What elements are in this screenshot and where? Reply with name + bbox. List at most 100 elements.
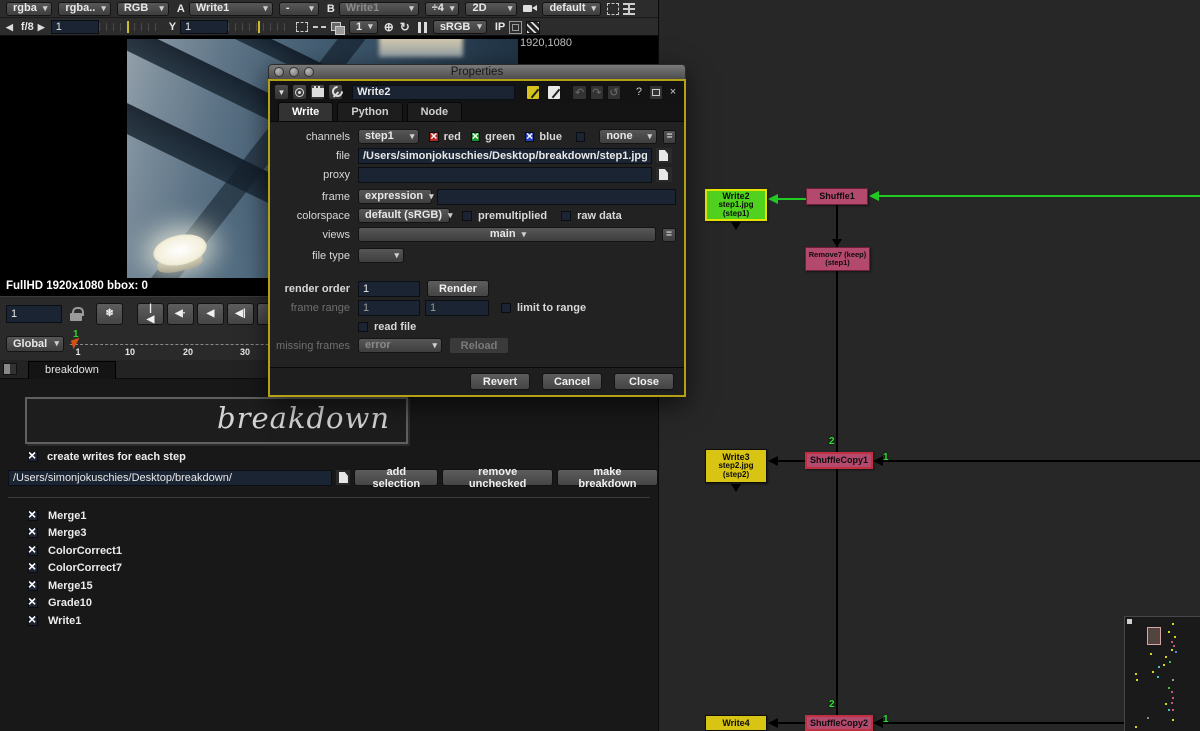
- node-check-row-merge15[interactable]: Merge15: [0, 577, 400, 594]
- properties-titlebar[interactable]: Properties: [268, 64, 686, 79]
- node-checkbox[interactable]: [28, 528, 38, 538]
- pause-icon[interactable]: [418, 22, 427, 33]
- remove-unchecked-button[interactable]: remove unchecked: [442, 469, 552, 486]
- premultiplied-checkbox[interactable]: [462, 211, 472, 221]
- frame-mode-dropdown[interactable]: expression: [358, 189, 432, 204]
- file-input[interactable]: [358, 148, 652, 164]
- tab-write[interactable]: Write: [278, 102, 333, 121]
- green-checkbox[interactable]: [471, 132, 480, 142]
- node-shufflecopy1[interactable]: ShuffleCopy1: [805, 452, 873, 469]
- viewer-colorspace-dropdown[interactable]: sRGB: [433, 20, 487, 34]
- node-write2[interactable]: Write2 step1.jpg (step1): [705, 189, 767, 221]
- close-button[interactable]: Close: [614, 373, 674, 390]
- transport-button-1[interactable]: ◀·: [167, 303, 194, 325]
- layers-icon[interactable]: [331, 22, 344, 33]
- missing-frames-dropdown[interactable]: error: [358, 338, 442, 353]
- input-a-dropdown[interactable]: Write1: [189, 2, 273, 16]
- stack-icon[interactable]: [623, 3, 635, 15]
- pause-render-button[interactable]: ❄: [96, 303, 123, 325]
- file-type-dropdown[interactable]: [358, 248, 404, 263]
- tab-python[interactable]: Python: [337, 102, 402, 121]
- read-file-checkbox[interactable]: [358, 322, 368, 332]
- redo-button[interactable]: ↷: [590, 85, 604, 100]
- create-writes-checkbox[interactable]: [28, 452, 38, 462]
- node-check-row-merge3[interactable]: Merge3: [0, 525, 400, 542]
- pane-split-icon[interactable]: [3, 363, 17, 375]
- fstop-next-icon[interactable]: ▶: [38, 22, 45, 33]
- red-checkbox[interactable]: [429, 132, 438, 142]
- tab-node[interactable]: Node: [407, 102, 463, 121]
- layer-b-dropdown[interactable]: rgba..: [58, 2, 110, 16]
- frame-expression-input[interactable]: [437, 189, 676, 205]
- node-check-row-grade10[interactable]: Grade10: [0, 595, 400, 612]
- node-graph[interactable]: 2 1 2 1 Write2 step1.jpg (step1) Shuffle…: [658, 0, 1200, 731]
- current-frame-input[interactable]: [6, 305, 62, 323]
- framed-icon[interactable]: [509, 21, 522, 34]
- node-checkbox[interactable]: [28, 511, 38, 521]
- node-check-row-colorcorrect1[interactable]: ColorCorrect1: [0, 542, 400, 559]
- layer-a-dropdown[interactable]: rgba: [6, 2, 52, 16]
- viewer-attach-icon[interactable]: [310, 84, 325, 100]
- node-checkbox[interactable]: [28, 546, 38, 556]
- raw-data-checkbox[interactable]: [561, 211, 571, 221]
- node-checkbox[interactable]: [28, 581, 38, 591]
- gamma-input[interactable]: [180, 20, 228, 34]
- add-selection-button[interactable]: add selection: [354, 469, 438, 486]
- node-checkbox[interactable]: [28, 616, 38, 626]
- blue-checkbox[interactable]: [525, 132, 534, 142]
- file-browser-icon[interactable]: [336, 470, 350, 485]
- channels-dropdown[interactable]: step1: [358, 129, 419, 144]
- roi-icon[interactable]: ⊕: [384, 20, 394, 34]
- fstop-label[interactable]: f/8: [21, 21, 34, 33]
- node-check-row-colorcorrect7[interactable]: ColorCorrect7: [0, 560, 400, 577]
- node-shufflecopy2[interactable]: ShuffleCopy2: [805, 715, 873, 731]
- proxy-browse-icon[interactable]: [656, 167, 672, 182]
- panel-menu-icon[interactable]: ▼: [274, 84, 289, 100]
- node-name-input[interactable]: [352, 85, 515, 100]
- proxy-input[interactable]: [358, 167, 652, 183]
- node-graph-minimap[interactable]: [1124, 616, 1200, 731]
- channels-equals-button[interactable]: =: [663, 130, 676, 144]
- render-camera-icon[interactable]: [523, 2, 538, 15]
- frame-range-mode-dropdown[interactable]: Global: [6, 336, 64, 352]
- node-remove7[interactable]: Remove7 (keep) (step1): [805, 247, 870, 271]
- make-breakdown-button[interactable]: make breakdown: [557, 469, 658, 486]
- input-process-toggle[interactable]: IP: [495, 21, 505, 33]
- wrench-icon[interactable]: [328, 84, 343, 100]
- transport-button-2[interactable]: ◀: [197, 303, 224, 325]
- colorspace-dropdown[interactable]: default (sRGB): [358, 208, 450, 223]
- views-equals-button[interactable]: =: [662, 228, 676, 242]
- views-dropdown[interactable]: main: [358, 227, 656, 242]
- wipe-line-icon[interactable]: [313, 26, 326, 28]
- mask-channel-dropdown[interactable]: none: [599, 129, 657, 144]
- transport-button-3[interactable]: ◀|: [227, 303, 254, 325]
- refresh-icon[interactable]: ↻: [400, 20, 410, 34]
- tab-breakdown[interactable]: breakdown: [28, 361, 116, 379]
- center-node-icon[interactable]: [292, 84, 307, 100]
- transport-button-0[interactable]: |◀: [137, 303, 164, 325]
- gamma-slider[interactable]: [228, 23, 290, 31]
- node-shuffle1[interactable]: Shuffle1: [806, 188, 868, 205]
- undo-button[interactable]: ↶: [572, 85, 586, 100]
- edit-all-icon[interactable]: [547, 85, 561, 100]
- gain-slider[interactable]: [99, 23, 161, 31]
- display-channels-dropdown[interactable]: RGB: [117, 2, 169, 16]
- view-mode-dropdown[interactable]: 2D: [465, 2, 517, 16]
- float-panel-button[interactable]: [649, 85, 663, 100]
- file-browse-icon[interactable]: [656, 148, 672, 163]
- cancel-button[interactable]: Cancel: [542, 373, 602, 390]
- node-write3[interactable]: Write3 step2.jpg (step2): [705, 449, 767, 483]
- revert-history-button[interactable]: ↺: [607, 85, 621, 100]
- minimap-viewport[interactable]: [1147, 627, 1161, 645]
- render-order-input[interactable]: [358, 281, 420, 297]
- render-button[interactable]: Render: [427, 280, 489, 297]
- layout-default-dropdown[interactable]: default: [542, 2, 601, 16]
- lock-icon[interactable]: [70, 307, 82, 321]
- create-writes-row[interactable]: create writes for each step: [28, 451, 186, 463]
- input-number-dropdown[interactable]: 1: [349, 20, 378, 34]
- input-b-dropdown[interactable]: Write1: [339, 2, 419, 16]
- frame-range-to-input[interactable]: [425, 300, 489, 316]
- alpha-checkbox[interactable]: [576, 132, 585, 142]
- blend-mode-dropdown[interactable]: -: [279, 2, 319, 16]
- reload-button[interactable]: Reload: [449, 337, 509, 354]
